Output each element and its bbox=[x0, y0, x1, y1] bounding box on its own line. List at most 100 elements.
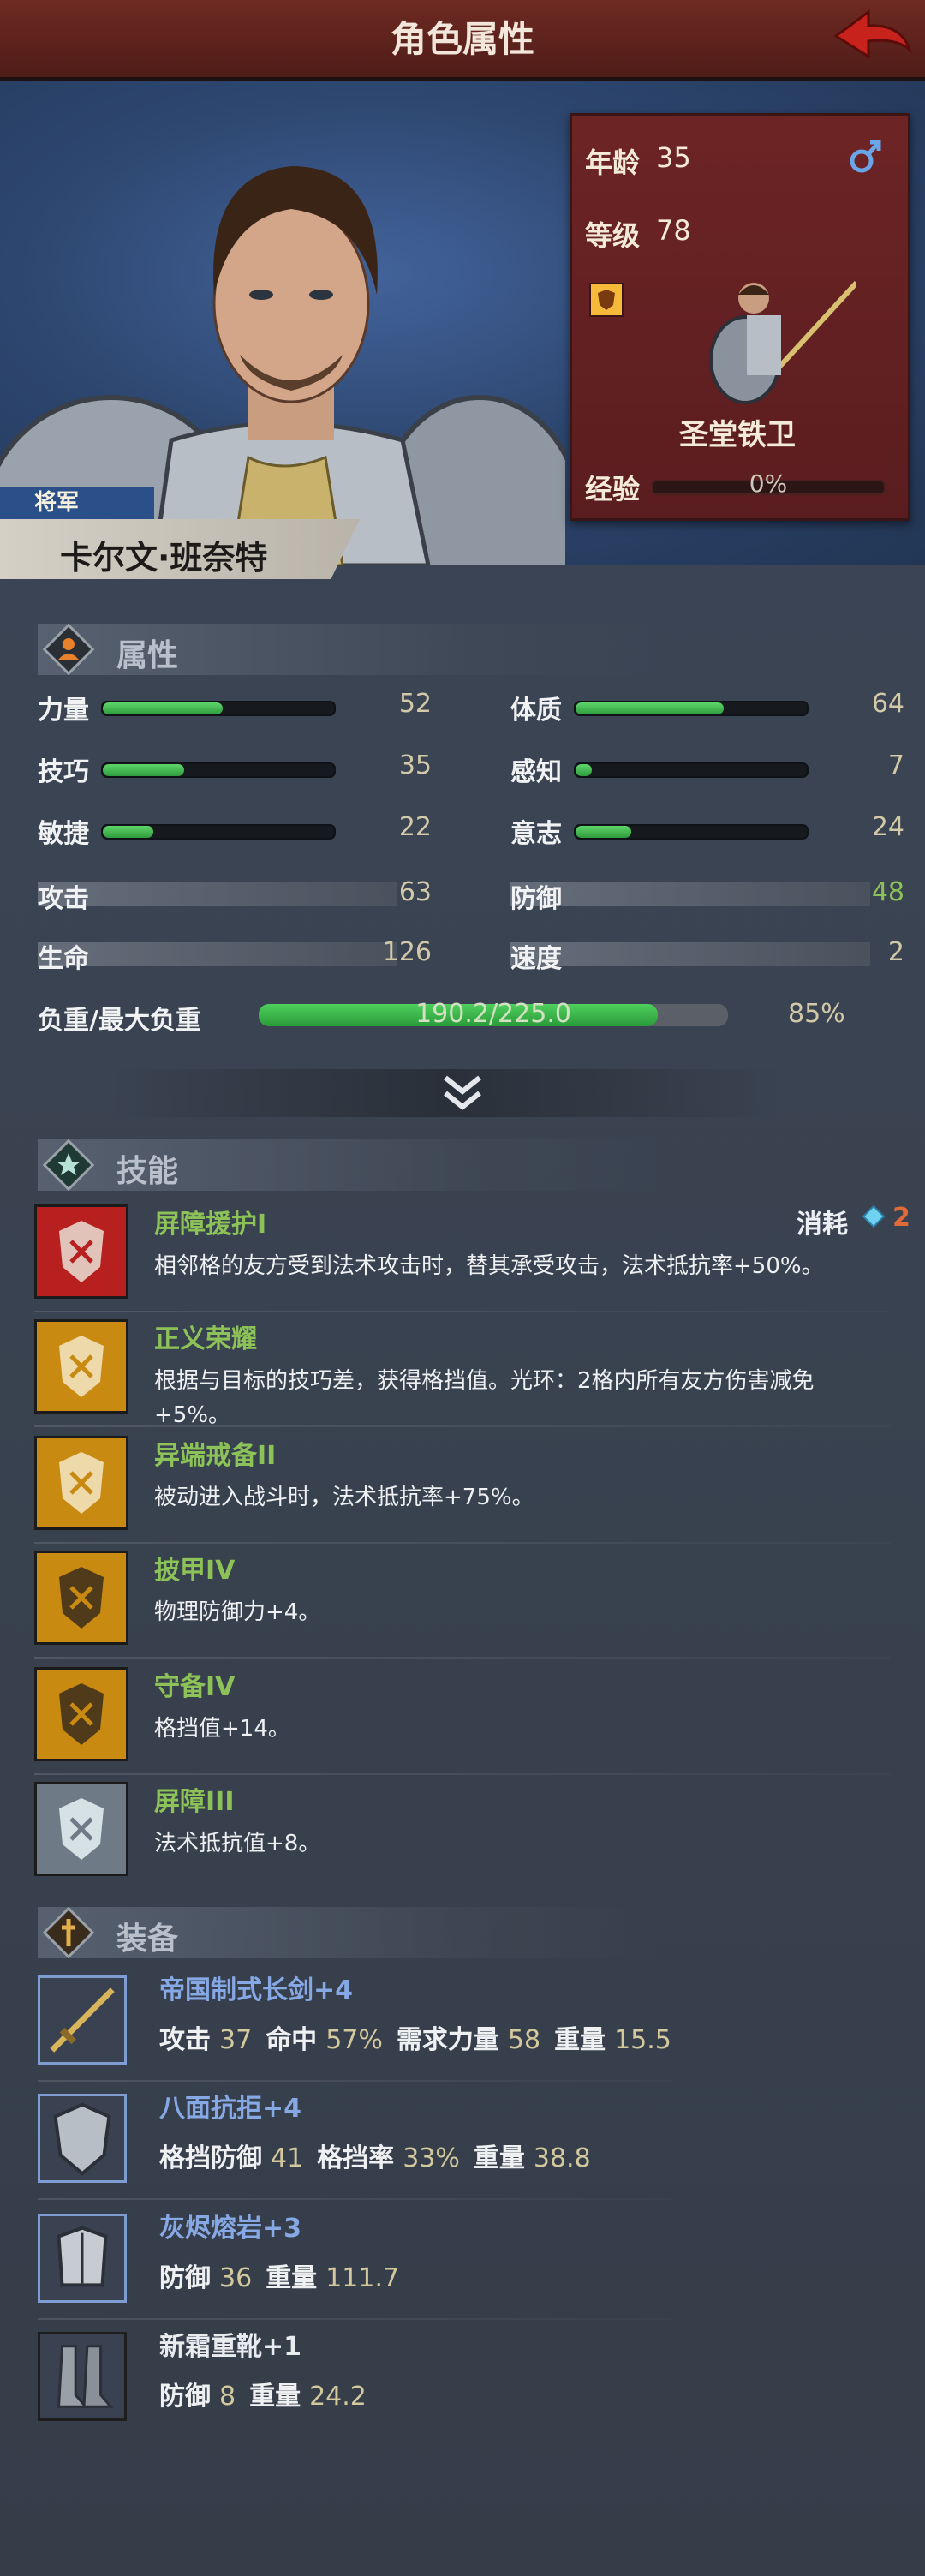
attr-bar-fill bbox=[576, 826, 631, 838]
equipment-icon bbox=[42, 1906, 95, 1959]
equip-stats: 防御 8 重量 24.2 bbox=[159, 2375, 380, 2412]
attr-value: 24 bbox=[871, 812, 904, 842]
attr-bar bbox=[574, 762, 809, 778]
equip-stats: 攻击 37 命中 57% 需求力量 58 重量 15.5 bbox=[159, 2018, 685, 2056]
equip-name: 灰烬熔岩 bbox=[159, 2214, 262, 2244]
barrier-icon bbox=[34, 1782, 128, 1876]
knight-glory-icon bbox=[34, 1319, 128, 1414]
attr-bar-fill bbox=[103, 826, 154, 838]
attr-bar bbox=[101, 762, 336, 778]
divider bbox=[34, 1425, 891, 1427]
level-label: 等级 bbox=[585, 219, 641, 252]
attr-label: 力量 bbox=[38, 696, 89, 726]
skill-desc: 相邻格的友方受到法术攻击时，替其承受攻击，法术抵抗率+50%。 bbox=[154, 1253, 824, 1279]
equip-stat-label: 格挡率 bbox=[317, 2143, 395, 2173]
equip-name: 帝国制式长剑 bbox=[159, 1975, 313, 2005]
skill-cost-value: 2 bbox=[892, 1203, 910, 1233]
skill-desc: 物理防御力+4。 bbox=[154, 1599, 321, 1625]
equip-stat-label: 重量 bbox=[266, 2263, 318, 2293]
equip-stat-value: 38.8 bbox=[533, 2143, 591, 2173]
divider bbox=[34, 1311, 891, 1312]
class-badge-icon bbox=[589, 283, 624, 317]
block-icon bbox=[34, 1667, 128, 1761]
equip-stat-value: 36 bbox=[219, 2263, 253, 2293]
skill-name: 披甲IV bbox=[154, 1556, 236, 1586]
back-button[interactable] bbox=[829, 7, 915, 67]
attr-bar-fill bbox=[576, 764, 592, 776]
divider bbox=[38, 2318, 671, 2320]
boots-icon[interactable] bbox=[38, 2332, 127, 2421]
exp-value: 0% bbox=[749, 469, 788, 498]
skill-desc: 格挡值+14。 bbox=[154, 1716, 290, 1742]
equip-enhance: +3 bbox=[262, 2214, 302, 2244]
attr-label: 感知 bbox=[510, 757, 562, 787]
skill-desc-cont: +5%。 bbox=[154, 1402, 231, 1428]
skill-cost-label: 消耗 bbox=[797, 1210, 848, 1240]
armor-shield-icon bbox=[34, 1551, 128, 1645]
attr-label: 体质 bbox=[510, 696, 562, 726]
equip-stat-value: 57% bbox=[325, 2025, 383, 2055]
equip-name: 新霜重靴 bbox=[159, 2332, 262, 2362]
heresy-guard-icon bbox=[34, 1436, 128, 1530]
class-name: 圣堂铁卫 bbox=[679, 418, 796, 452]
equip-stat-value: 111.7 bbox=[325, 2263, 400, 2293]
attr-bar bbox=[101, 824, 336, 840]
divider bbox=[38, 2080, 671, 2082]
equip-stat-value: 24.2 bbox=[309, 2382, 367, 2412]
divider bbox=[34, 1773, 891, 1775]
skill-name: 守备IV bbox=[154, 1672, 236, 1702]
equip-stat-label: 攻击 bbox=[159, 2025, 211, 2055]
stat-bar bbox=[510, 882, 870, 906]
hero-name: 卡尔文·班奈特 bbox=[60, 539, 268, 577]
equip-stat-value: 15.5 bbox=[614, 2025, 671, 2055]
equip-stats: 格挡防御 41 格挡率 33% 重量 38.8 bbox=[159, 2137, 605, 2174]
stat-bar bbox=[510, 942, 870, 966]
equip-name-row[interactable]: 帝国制式长剑+4 bbox=[159, 1969, 353, 2006]
equip-stat-label: 重量 bbox=[473, 2143, 525, 2173]
load-percent: 85% bbox=[788, 999, 845, 1029]
attr-label: 敏捷 bbox=[38, 819, 89, 849]
class-figure-icon bbox=[668, 274, 859, 411]
exp-label: 经验 bbox=[585, 473, 641, 505]
skill-desc: 根据与目标的技巧差，获得格挡值。光环：2格内所有友方伤害减免 bbox=[154, 1368, 815, 1394]
rank-label: 将军 bbox=[0, 487, 154, 519]
equip-stat-label: 命中 bbox=[266, 2025, 318, 2055]
equip-name: 八面抗拒 bbox=[159, 2094, 262, 2124]
diamond-icon bbox=[862, 1204, 886, 1228]
attr-bar bbox=[101, 701, 336, 716]
stat-label: 速度 bbox=[510, 944, 562, 974]
attr-bar bbox=[574, 701, 809, 716]
attr-value: 7 bbox=[887, 750, 904, 780]
attr-value: 35 bbox=[398, 750, 432, 780]
attr-value: 52 bbox=[398, 689, 432, 719]
attr-bar-fill bbox=[103, 764, 184, 776]
equip-enhance: +4 bbox=[262, 2094, 302, 2124]
equip-stat-label: 防御 bbox=[159, 2382, 211, 2412]
skills-title: 技能 bbox=[116, 1154, 179, 1189]
stat-label: 防御 bbox=[510, 884, 562, 914]
age-value: 35 bbox=[656, 141, 691, 174]
equip-stat-value: 58 bbox=[507, 2025, 541, 2055]
equip-stat-label: 重量 bbox=[249, 2382, 301, 2412]
stat-value: 63 bbox=[398, 877, 432, 907]
equip-stats: 防御 36 重量 111.7 bbox=[159, 2256, 413, 2294]
divider bbox=[34, 1542, 891, 1544]
equip-name-row[interactable]: 新霜重靴+1 bbox=[159, 2325, 301, 2363]
stat-label: 攻击 bbox=[38, 884, 89, 914]
equip-stat-label: 重量 bbox=[554, 2025, 606, 2055]
skill-name: 正义荣耀 bbox=[154, 1324, 257, 1354]
age-label: 年龄 bbox=[585, 146, 641, 179]
equip-stat-value: 37 bbox=[219, 2025, 253, 2055]
attr-label: 意志 bbox=[510, 819, 562, 849]
stat-value: 126 bbox=[382, 937, 432, 967]
plate-armor-icon[interactable] bbox=[38, 2214, 127, 2303]
equip-name-row[interactable]: 八面抗拒+4 bbox=[159, 2087, 301, 2125]
attr-value: 22 bbox=[398, 812, 432, 842]
skill-name: 异端戒备II bbox=[154, 1441, 277, 1471]
sword-icon[interactable] bbox=[38, 1975, 127, 2065]
expand-chevron-icon[interactable] bbox=[437, 1073, 488, 1114]
equip-stat-value: 8 bbox=[219, 2382, 236, 2412]
kite-shield-icon[interactable] bbox=[38, 2094, 127, 2183]
back-arrow-icon bbox=[833, 9, 913, 59]
equip-name-row[interactable]: 灰烬熔岩+3 bbox=[159, 2207, 301, 2244]
